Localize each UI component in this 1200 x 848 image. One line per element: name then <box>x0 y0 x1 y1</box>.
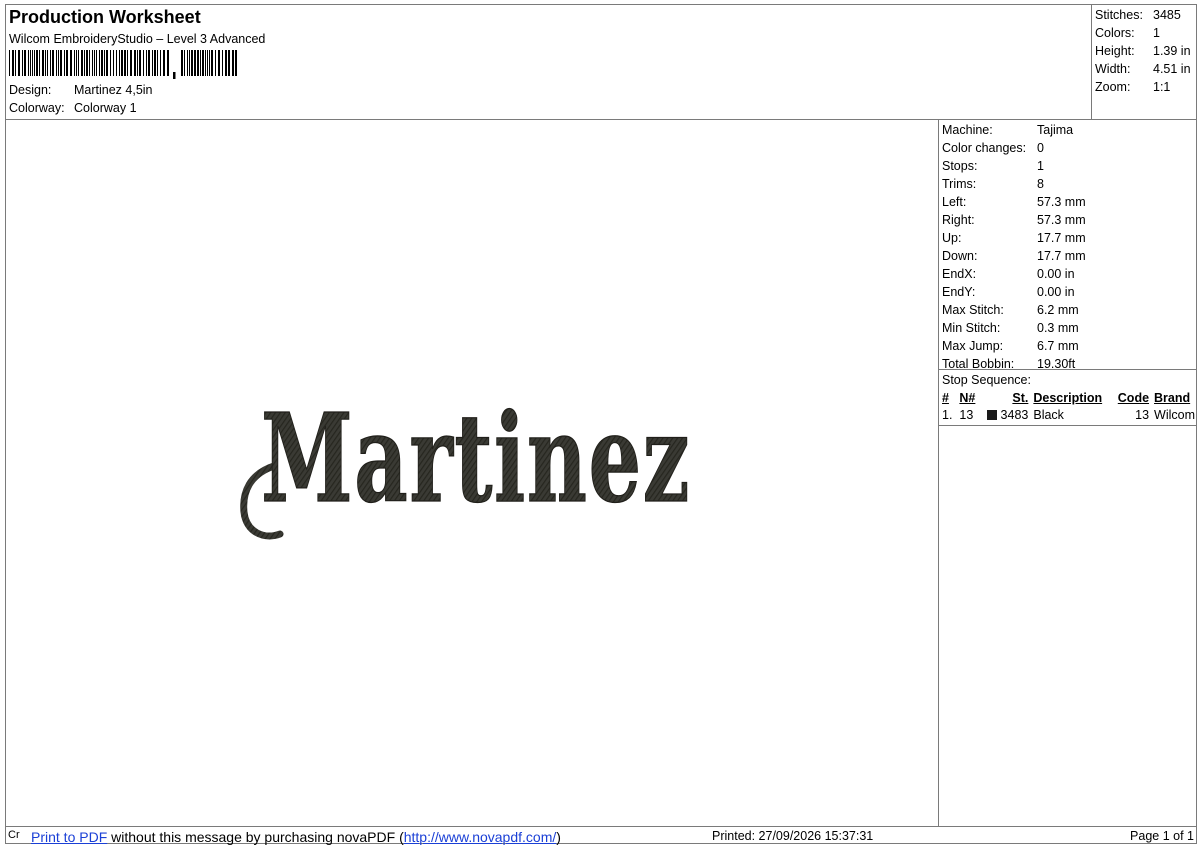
table-row: 1. 13 3483 Black 13 Wilcom <box>942 406 1195 423</box>
machine-row: Stops: 1 <box>942 159 1044 173</box>
thread-code: 13 <box>1135 407 1150 422</box>
machine-row: Left: 57.3 mm <box>942 195 1086 209</box>
machine-row: Right: 57.3 mm <box>942 213 1086 227</box>
machine-row: Machine: Tajima <box>942 123 1074 137</box>
footer-cr-text: Cr <box>8 829 20 841</box>
stop-number: 1. <box>942 407 953 422</box>
worksheet-header: Production Worksheet Wilcom EmbroiderySt… <box>6 5 1091 119</box>
stop-sequence-title: Stop Sequence: <box>942 373 1031 387</box>
col-header-brand: Brand <box>1154 390 1191 405</box>
printed-timestamp: Printed: 27/09/2026 15:37:31 <box>712 829 874 843</box>
colorway-label: Colorway: <box>9 101 65 115</box>
machine-row: Down: 17.7 mm <box>942 249 1086 263</box>
design-preview: Martinez <box>6 120 938 826</box>
stop-sequence: Stop Sequence: # N# St. Description Code… <box>942 371 1196 423</box>
stitch-count: 3483 <box>1000 407 1029 422</box>
barcode-icon <box>9 50 237 79</box>
stop-sequence-table: # N# St. Description Code Brand 1. 13 34… <box>942 389 1195 423</box>
machine-info: Machine: Tajima Color changes: 0 Stops: 1 T… <box>942 121 1196 373</box>
design-lettering: Martinez <box>261 386 691 530</box>
needle-number: 13 <box>959 407 974 422</box>
summary-row: Height: 1.39 in <box>1095 44 1191 58</box>
machine-row: Max Stitch: 6.2 mm <box>942 303 1079 317</box>
colorway-value: Colorway 1 <box>74 101 137 115</box>
thread-brand: Wilcom <box>1154 407 1195 422</box>
machine-row: Trims: 8 <box>942 177 1044 191</box>
summary-row: Stitches: 3485 <box>1095 8 1181 22</box>
machine-row: Color changes: 0 <box>942 141 1044 155</box>
design-summary: Stitches: 3485 Colors: 1 Height: 1.39 in Wi… <box>1095 6 1197 96</box>
col-header-description: Description <box>1033 390 1103 405</box>
machine-row: EndX: 0.00 in <box>942 267 1075 281</box>
summary-row: Zoom: 1:1 <box>1095 80 1171 94</box>
design-value: Martinez 4,5in <box>74 83 153 97</box>
header-divider <box>1091 5 1092 119</box>
machine-row: Up: 17.7 mm <box>942 231 1086 245</box>
colorway-row: Colorway: Colorway 1 <box>9 101 137 115</box>
novapdf-message-end: ) <box>556 829 561 845</box>
machine-row: Min Stitch: 0.3 mm <box>942 321 1079 335</box>
page-number: Page 1 of 1 <box>1130 829 1194 843</box>
worksheet-page: Production Worksheet Wilcom EmbroiderySt… <box>5 4 1197 845</box>
machine-row: Max Jump: 6.7 mm <box>942 339 1079 353</box>
table-header-row: # N# St. Description Code Brand <box>942 389 1195 406</box>
info-divider <box>938 120 939 826</box>
col-header-needle: N# <box>959 390 976 405</box>
machine-row: EndY: 0.00 in <box>942 285 1075 299</box>
software-name: Wilcom EmbroideryStudio – Level 3 Advanc… <box>9 32 266 46</box>
page-title: Production Worksheet <box>9 7 201 27</box>
novapdf-message-text: without this message by purchasing novaP… <box>107 829 404 845</box>
summary-row: Colors: 1 <box>1095 26 1160 40</box>
embroidery-design: Martinez <box>240 385 691 540</box>
novapdf-url-link[interactable]: http://www.novapdf.com/ <box>404 829 557 845</box>
stops-divider <box>939 369 1197 370</box>
color-swatch-icon <box>987 409 998 420</box>
print-to-pdf-link[interactable]: Print to PDF <box>31 829 107 845</box>
design-row: Design: Martinez 4,5in <box>9 83 153 97</box>
thread-description: Black <box>1033 407 1064 422</box>
table-divider <box>939 425 1197 426</box>
col-header-code: Code <box>1117 390 1150 405</box>
design-label: Design: <box>9 83 52 97</box>
stitch-count-cell: 3483 <box>981 406 1028 423</box>
col-header-number: # <box>942 390 949 405</box>
page-footer: Cr Print to PDF without this message by … <box>6 827 1196 845</box>
novapdf-message: Print to PDF without this message by pur… <box>31 829 561 845</box>
col-header-stitches: St. <box>1012 390 1029 405</box>
summary-row: Width: 4.51 in <box>1095 62 1191 76</box>
